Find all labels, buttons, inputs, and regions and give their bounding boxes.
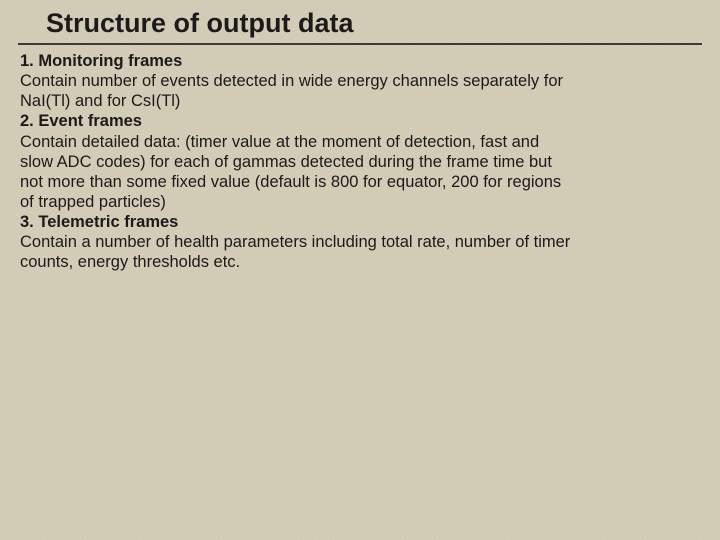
section-line: NaI(Tl) and for CsI(Tl) bbox=[20, 91, 702, 111]
section-line: not more than some fixed value (default … bbox=[20, 172, 702, 192]
section-line: counts, energy thresholds etc. bbox=[20, 252, 702, 272]
section-heading: 1. Monitoring frames bbox=[20, 51, 702, 71]
section-heading: 3. Telemetric frames bbox=[20, 212, 702, 232]
section-line: Contain a number of health parameters in… bbox=[20, 232, 702, 252]
slide: Structure of output data 1. Monitoring f… bbox=[0, 0, 720, 272]
slide-content: 1. Monitoring frames Contain number of e… bbox=[18, 51, 702, 272]
section-line: Contain number of events detected in wid… bbox=[20, 71, 702, 91]
section-line: slow ADC codes) for each of gammas detec… bbox=[20, 152, 702, 172]
section-line: Contain detailed data: (timer value at t… bbox=[20, 132, 702, 152]
slide-title: Structure of output data bbox=[18, 8, 702, 45]
section-line: of trapped particles) bbox=[20, 192, 702, 212]
section-heading: 2. Event frames bbox=[20, 111, 702, 131]
